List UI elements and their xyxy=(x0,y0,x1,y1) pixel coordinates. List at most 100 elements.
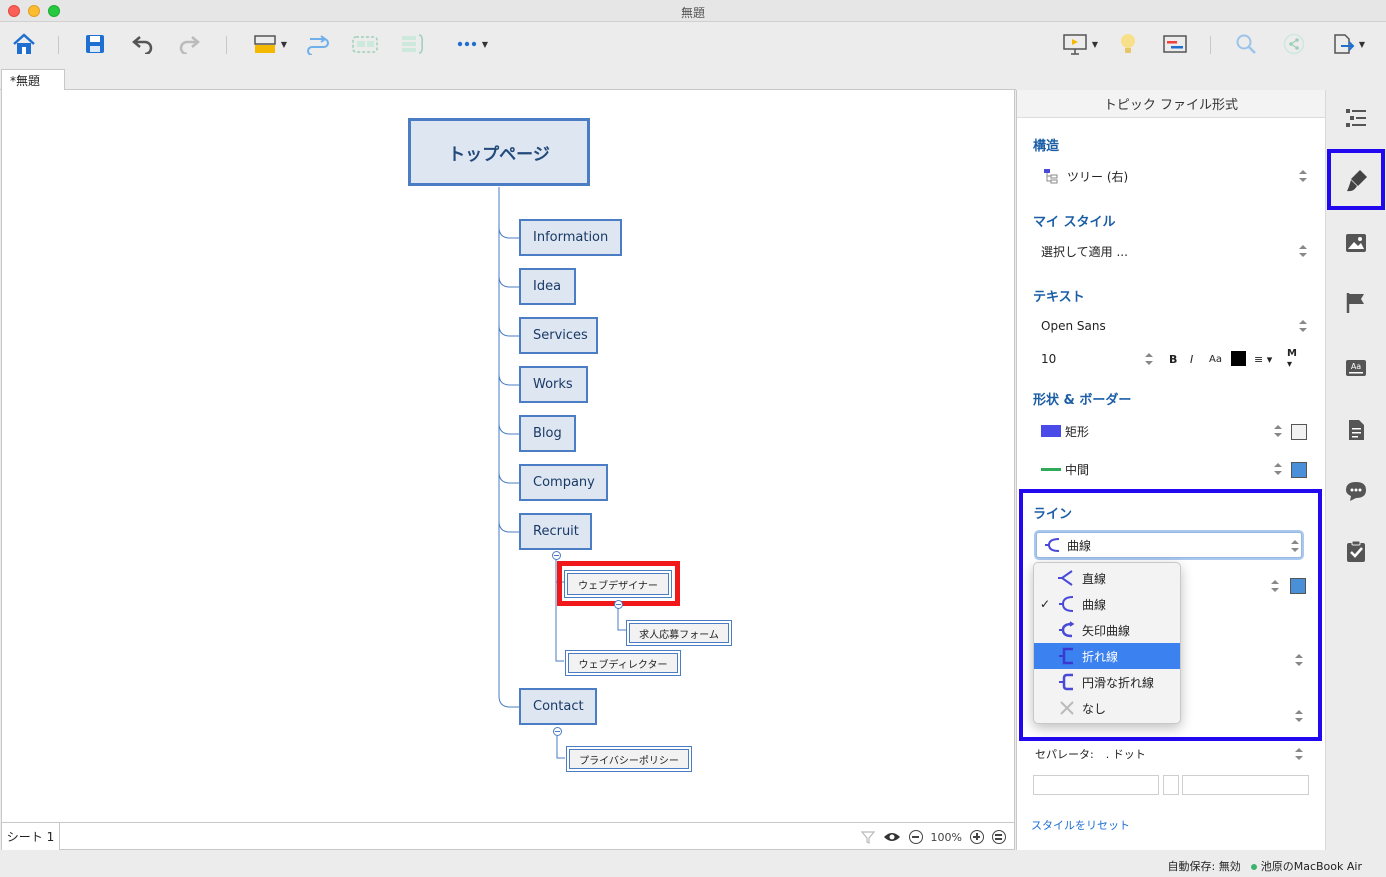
topic-contact[interactable]: Contact xyxy=(519,688,597,725)
marker-panel-button[interactable] xyxy=(1344,291,1368,315)
comments-panel-button[interactable] xyxy=(1344,479,1368,503)
menu-item-curve[interactable]: ✓ 曲線 xyxy=(1034,591,1180,617)
paintbrush-icon xyxy=(1347,170,1367,192)
margin-input-1[interactable] xyxy=(1033,775,1159,795)
gantt-button[interactable] xyxy=(1160,30,1190,58)
redo-icon xyxy=(179,36,200,54)
mystyle-heading: マイ スタイル xyxy=(1033,215,1116,230)
text-case-button[interactable]: Aa xyxy=(1209,354,1222,365)
fill-color-swatch[interactable] xyxy=(1291,424,1307,440)
separator-select[interactable]: セパレータ: . ドット xyxy=(1033,742,1305,766)
export-button[interactable]: ▼ xyxy=(1326,30,1370,58)
zoom-out-button[interactable] xyxy=(908,830,923,844)
filter-icon[interactable] xyxy=(860,830,875,844)
share-button[interactable] xyxy=(1280,30,1308,58)
outline-view-button[interactable] xyxy=(1344,106,1368,130)
task-panel-button[interactable] xyxy=(1344,539,1368,563)
collapse-toggle[interactable] xyxy=(552,551,561,560)
margin-input-3[interactable] xyxy=(1182,775,1309,795)
menu-item-label: 円滑な折れ線 xyxy=(1082,675,1155,690)
separator-label: セパレータ: xyxy=(1035,748,1094,761)
shape-select[interactable]: 矩形 xyxy=(1033,419,1307,443)
topic-idea[interactable]: Idea xyxy=(519,268,576,305)
text-style-panel-button[interactable]: Aa xyxy=(1344,356,1368,380)
topic-services[interactable]: Services xyxy=(519,317,598,354)
outline-icon xyxy=(1346,109,1366,127)
collapse-toggle[interactable] xyxy=(614,600,623,609)
fit-map-button[interactable] xyxy=(992,830,1006,844)
text-color-swatch[interactable] xyxy=(1231,351,1246,366)
margin-input-2[interactable] xyxy=(1163,775,1179,795)
subtopic-privacy-policy[interactable]: プライバシーポリシー xyxy=(566,746,692,772)
subtopic-web-designer[interactable]: ウェブデザイナー xyxy=(564,570,672,598)
elbow-line-icon xyxy=(1059,647,1073,665)
reset-style-link[interactable]: スタイルをリセット xyxy=(1031,817,1130,833)
root-topic[interactable]: トップページ xyxy=(408,118,590,186)
topic-recruit[interactable]: Recruit xyxy=(519,513,592,550)
menu-item-label: 矢印曲線 xyxy=(1082,623,1131,638)
line-style-select[interactable]: 曲線 xyxy=(1036,532,1302,558)
border-select[interactable]: 中間 xyxy=(1033,457,1307,481)
structure-heading: 構造 xyxy=(1033,139,1060,154)
font-size-value[interactable]: 10 xyxy=(1041,352,1056,366)
chevron-down-icon: ▼ xyxy=(280,39,288,49)
menu-item-none[interactable]: なし xyxy=(1034,695,1180,721)
right-sidebar: Aa xyxy=(1326,90,1386,850)
document-tab[interactable]: *無題 xyxy=(1,69,65,91)
undo-button[interactable] xyxy=(130,30,156,58)
format-panel-button[interactable] xyxy=(1327,149,1385,210)
notes-panel-button[interactable] xyxy=(1344,418,1368,442)
boundary-icon xyxy=(352,36,378,53)
topic-works[interactable]: Works xyxy=(519,366,588,403)
bold-button[interactable]: B xyxy=(1169,353,1177,366)
menu-item-straight[interactable]: 直線 xyxy=(1034,565,1180,591)
curve-line-icon xyxy=(1059,596,1074,612)
search-button[interactable] xyxy=(1232,30,1260,58)
relationship-icon xyxy=(307,35,329,55)
stepper-icon xyxy=(1299,245,1307,257)
toolbar: ▼ ▼ ▼ ▼ xyxy=(0,22,1386,68)
font-select[interactable]: Open Sans xyxy=(1033,314,1307,338)
border-color-swatch[interactable] xyxy=(1291,462,1307,478)
collapse-toggle[interactable] xyxy=(553,727,562,736)
brainstorm-button[interactable] xyxy=(1114,30,1142,58)
clipboard-check-icon xyxy=(1347,540,1365,562)
straight-line-icon xyxy=(1058,570,1073,586)
subtopic-web-director[interactable]: ウェブディレクター xyxy=(565,650,681,676)
align-icon[interactable]: ≡ ▾ xyxy=(1254,353,1272,366)
redo-button[interactable] xyxy=(176,30,202,58)
export-icon xyxy=(1334,34,1355,54)
save-icon xyxy=(86,35,104,53)
flag-icon xyxy=(1346,293,1364,313)
presentation-button[interactable]: ▼ xyxy=(1058,30,1102,58)
topic-company[interactable]: Company xyxy=(519,464,608,501)
more-insert-button[interactable]: ▼ xyxy=(450,30,494,58)
relationship-button[interactable] xyxy=(304,30,332,58)
font-size-stepper-icon[interactable] xyxy=(1145,353,1153,365)
italic-button[interactable]: I xyxy=(1190,353,1193,366)
undo-icon xyxy=(132,36,153,54)
mindmap-canvas[interactable]: トップページ Information Idea Services Works B… xyxy=(1,90,1015,822)
boundary-button[interactable] xyxy=(350,30,380,58)
menu-item-rounded-elbow[interactable]: 円滑な折れ線 xyxy=(1034,669,1180,695)
subtopic-application-form[interactable]: 求人応募フォーム xyxy=(626,620,732,646)
image-panel-button[interactable] xyxy=(1344,231,1368,255)
structure-select[interactable]: ツリー (右) xyxy=(1033,164,1307,188)
stepper-icon xyxy=(1295,748,1303,760)
home-button[interactable] xyxy=(10,30,38,58)
zoom-in-button[interactable] xyxy=(970,830,984,844)
save-button[interactable] xyxy=(82,30,108,58)
menu-item-label: 直線 xyxy=(1082,571,1107,586)
sheet-tab[interactable]: シート 1 xyxy=(2,823,60,850)
mystyle-select[interactable]: 選択して適用 ... xyxy=(1033,239,1307,263)
eye-icon[interactable] xyxy=(883,831,901,843)
topic-information[interactable]: Information xyxy=(519,219,622,256)
more-text-button[interactable]: M ▾ xyxy=(1287,348,1305,370)
topic-insert-button[interactable]: ▼ xyxy=(248,30,292,58)
menu-item-elbow[interactable]: 折れ線 xyxy=(1034,643,1180,669)
summary-button[interactable] xyxy=(398,30,428,58)
search-icon xyxy=(1236,34,1256,54)
menu-item-arrow-curve[interactable]: 矢印曲線 xyxy=(1034,617,1180,643)
status-bar: 自動保存: 無効 池原のMacBook Air xyxy=(0,850,1386,877)
topic-blog[interactable]: Blog xyxy=(519,415,576,452)
